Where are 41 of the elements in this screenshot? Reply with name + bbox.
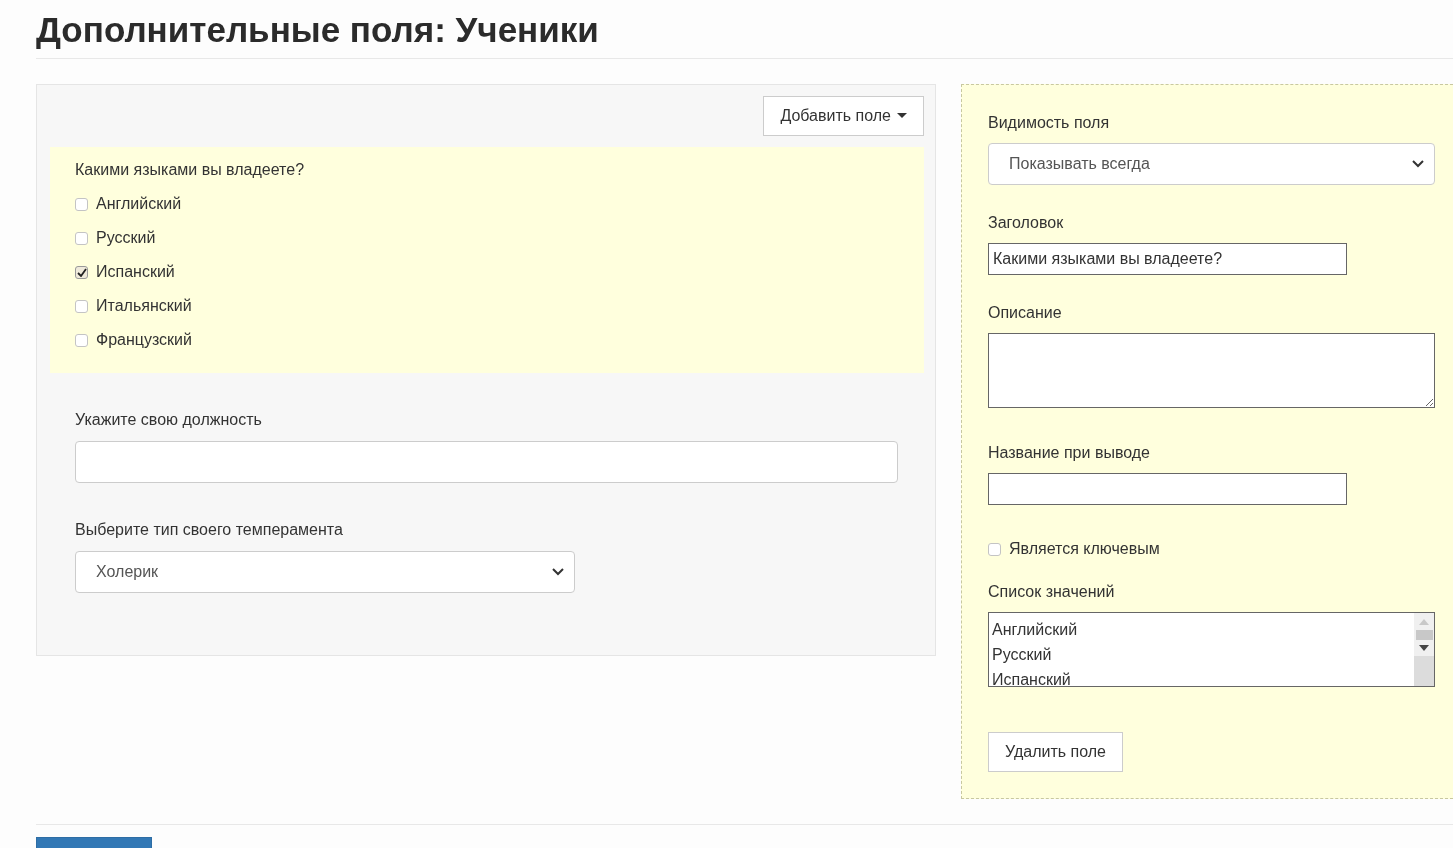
checkbox-label: Английский	[96, 195, 182, 213]
dropdown[interactable]: Показывать всегда	[988, 143, 1435, 185]
checkbox[interactable]	[988, 542, 1001, 556]
checkbox-label: Является ключевым	[1009, 540, 1160, 558]
field-label: Заголовок	[988, 213, 1065, 233]
field-label: Видимость поля	[988, 113, 1111, 133]
checkbox[interactable]	[75, 333, 88, 347]
scrollbar-thumb[interactable]	[1415, 630, 1433, 640]
field-label: Какими языками вы владеете?	[75, 160, 306, 180]
delete-field-button[interactable]: Удалить поле	[988, 732, 1123, 772]
value-line: Английский	[992, 620, 1079, 640]
field-label: Укажите свою должность	[75, 410, 263, 430]
checkbox[interactable]	[75, 231, 88, 245]
scroll-up-arrow-icon[interactable]	[1419, 619, 1429, 625]
selected-field-block[interactable]: Какими языками вы владеете? Английский Русский Испанский Итальянский Французский	[50, 147, 924, 373]
dropdown[interactable]: Холерик	[75, 551, 575, 593]
scroll-down-arrow-icon[interactable]	[1419, 645, 1429, 651]
chevron-icon	[552, 568, 564, 576]
chevron-icon	[1412, 160, 1424, 168]
caret-icon	[897, 113, 907, 119]
checkbox[interactable]	[75, 299, 88, 313]
checkbox-label: Французский	[96, 331, 192, 349]
text-area[interactable]	[988, 333, 1435, 408]
checkbox[interactable]	[75, 265, 88, 279]
page-title: Дополнительные поля: Ученики	[36, 9, 600, 50]
values-text-area[interactable]: Английский Русский Испанский	[988, 612, 1435, 687]
scrollbar[interactable]	[1414, 613, 1434, 686]
checkbox-label: Русский	[96, 229, 156, 247]
checkbox-label: Испанский	[96, 263, 175, 281]
input-field[interactable]: Какими языками вы владеете?	[988, 243, 1347, 275]
checkbox[interactable]	[75, 197, 88, 211]
resize-grip[interactable]	[1414, 656, 1434, 686]
field-label: Список значений	[988, 582, 1116, 602]
field-label: Выберите тип своего темперамента	[75, 520, 344, 540]
field-label: Описание	[988, 303, 1063, 323]
value-line: Испанский	[992, 670, 1072, 686]
field-label: Название при выводе	[988, 443, 1151, 463]
value-line: Русский	[992, 645, 1053, 665]
input-field[interactable]	[988, 473, 1347, 505]
add-field-button[interactable]: Добавить поле	[763, 96, 924, 136]
checkbox-label: Итальянский	[96, 297, 192, 315]
